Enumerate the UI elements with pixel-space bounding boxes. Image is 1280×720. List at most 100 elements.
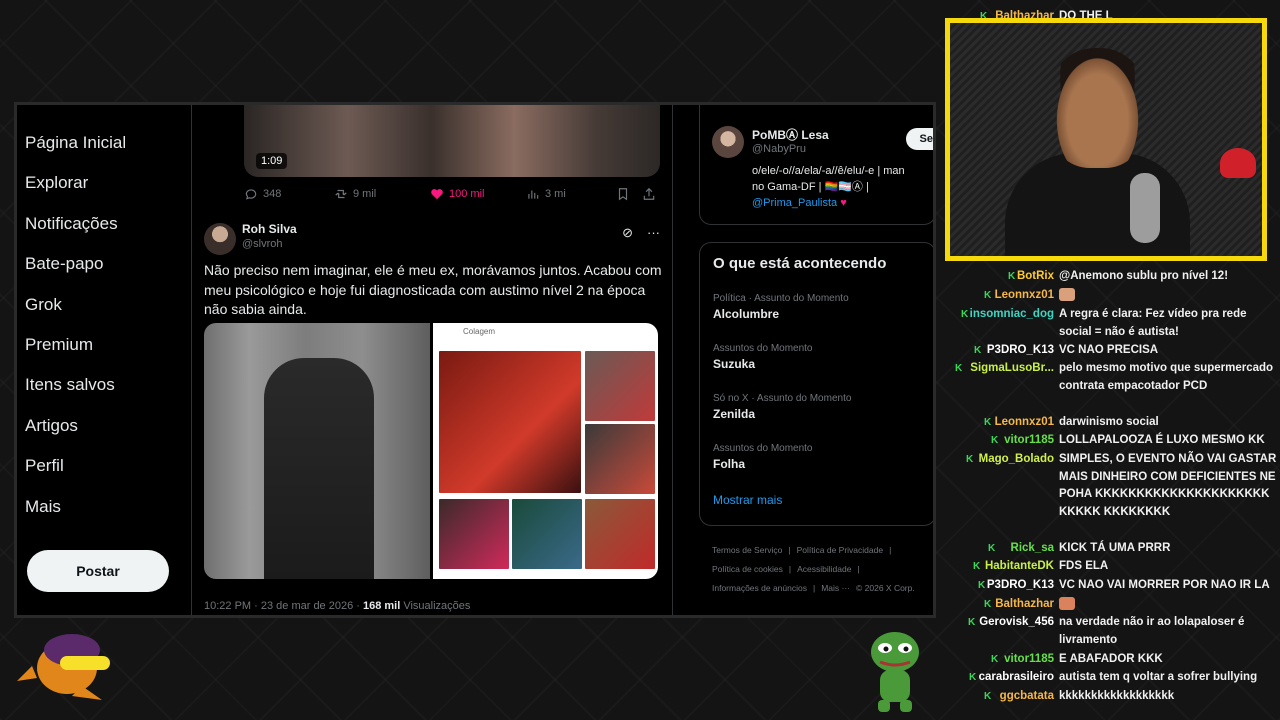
trends-card: O que está acontecendo Política · Assunt…: [699, 242, 933, 526]
footer-link[interactable]: Informações de anúncios: [712, 583, 807, 593]
chat-text: A regra é clara: Fez vídeo pra rede soci…: [1059, 308, 1247, 338]
nav-notifications[interactable]: Notificações: [23, 204, 193, 244]
more-options-icon[interactable]: ···: [647, 225, 660, 241]
who-to-follow-card: PoMBⒶ Lesa @NabyPru Se o/ele/-o//a/ela/-…: [699, 105, 933, 225]
chat-username[interactable]: ggcbatata: [1000, 688, 1054, 706]
trend-name: Folha: [713, 457, 745, 471]
like-button[interactable]: 100 mil: [430, 187, 526, 201]
tweet-media[interactable]: Colagem: [204, 323, 658, 579]
footer-link[interactable]: Termos de Serviço: [712, 545, 782, 555]
nav-profile[interactable]: Perfil: [23, 446, 193, 486]
nav-explore[interactable]: Explorar: [23, 163, 193, 203]
show-more-link[interactable]: Mostrar mais: [713, 493, 782, 507]
collage-image: [585, 351, 655, 421]
nav-more[interactable]: Mais: [23, 487, 193, 527]
views-count: 3 mi: [545, 188, 566, 200]
trend-item[interactable]: Assuntos do Momento Suzuka: [713, 343, 813, 371]
author-name[interactable]: Roh Silva: [242, 222, 297, 236]
chat-text: FDS ELA: [1059, 560, 1109, 572]
trend-item[interactable]: Só no X · Assunto do Momento Zenilda: [713, 393, 851, 421]
chat-username[interactable]: P3DRO_K13: [987, 577, 1054, 595]
tweet-timestamp[interactable]: 10:22 PM · 23 de mar de 2026 · 168 mil V…: [204, 600, 470, 612]
collage-label: Colagem: [463, 327, 496, 336]
chat-username[interactable]: Leonnxz01: [995, 414, 1054, 432]
streamer-head: [1050, 48, 1145, 168]
chat-username[interactable]: vitor1185: [1004, 651, 1054, 669]
video-player[interactable]: 1:09: [244, 105, 660, 177]
trends-title: O que está acontecendo: [713, 255, 887, 272]
suggested-user-bio: o/ele/-o//a/ela/-a//ê/elu/-e | man no Ga…: [752, 163, 933, 211]
chat-username[interactable]: SigmaLusoBr...: [970, 360, 1054, 378]
kick-badge-icon: K: [991, 435, 999, 446]
views-button[interactable]: 3 mi: [526, 187, 616, 201]
chat-text: KICK TÁ UMA PRRR: [1059, 542, 1171, 554]
kick-badge-icon: K: [966, 454, 974, 465]
bar-chart-icon: [528, 190, 539, 199]
chat-username[interactable]: Gerovisk_456: [979, 614, 1054, 632]
footer-link[interactable]: Acessibilidade: [797, 564, 851, 574]
elevator-photo[interactable]: [204, 323, 430, 579]
kick-badge-icon: K: [991, 654, 999, 665]
suggested-user-handle[interactable]: @NabyPru: [752, 143, 806, 155]
footer-separator: |: [857, 564, 860, 574]
share-icon: [643, 187, 655, 200]
trend-item[interactable]: Assuntos do Momento Folha: [713, 443, 813, 471]
chat-username[interactable]: Balthazhar: [995, 596, 1054, 614]
chat-username[interactable]: HabitanteDK: [985, 558, 1054, 576]
footer-separator: |: [788, 564, 792, 574]
tweet-header-icons: ⊘ ···: [622, 225, 660, 241]
like-count: 100 mil: [449, 188, 485, 200]
kick-badge-icon: K: [961, 309, 969, 320]
chat-username[interactable]: Mago_Bolado: [979, 451, 1054, 469]
trend-item[interactable]: Política · Assunto do Momento Alcolumbre: [713, 293, 849, 321]
emote-icon: [1059, 288, 1075, 302]
chat-text: na verdade não ir ao lolapaloser é livra…: [1059, 616, 1245, 646]
nav-bookmarks[interactable]: Itens salvos: [23, 365, 193, 405]
footer-link[interactable]: Mais ···: [821, 583, 850, 593]
collage-image: [512, 499, 582, 569]
heart-icon: [431, 189, 443, 200]
nav-articles[interactable]: Artigos: [23, 406, 193, 446]
divider: [672, 105, 673, 615]
grok-icon[interactable]: ⊘: [622, 225, 633, 241]
chat-username[interactable]: BotRix: [1017, 268, 1054, 286]
share-button[interactable]: [642, 187, 656, 201]
kick-badge-icon: K: [968, 617, 976, 628]
timeline: 1:09 348 9 mil 100 mil 3 mi Roh Silva @s…: [192, 105, 672, 615]
chat-text: kkkkkkkkkkkkkkkkkk: [1059, 690, 1175, 702]
chat-username[interactable]: vitor1185: [1004, 432, 1054, 450]
suggested-user-name[interactable]: PoMBⒶ Lesa: [752, 126, 829, 143]
author-handle[interactable]: @slvroh: [242, 238, 283, 250]
nav-grok[interactable]: Grok: [23, 285, 193, 325]
avatar[interactable]: [204, 223, 236, 255]
chat-username[interactable]: carabrasileiro: [979, 669, 1054, 687]
footer-link[interactable]: Política de Privacidade: [797, 545, 883, 555]
bookmark-button[interactable]: [616, 187, 642, 201]
timestamp-text: 10:22 PM · 23 de mar de 2026 ·: [204, 600, 363, 612]
nav-chat[interactable]: Bate-papo: [23, 244, 193, 284]
nav-home[interactable]: Página Inicial: [23, 123, 193, 163]
chat-username[interactable]: Rick_sa: [1011, 540, 1054, 558]
chat-username[interactable]: P3DRO_K13: [987, 342, 1054, 360]
post-button[interactable]: Postar: [27, 550, 169, 592]
collage-image: [439, 351, 581, 493]
nav-premium[interactable]: Premium: [23, 325, 193, 365]
follow-button[interactable]: Se: [905, 128, 933, 150]
views-label: Visualizações: [400, 600, 471, 612]
mascot-icon: [17, 634, 110, 700]
microphone: [1130, 173, 1160, 243]
reply-button[interactable]: 348: [244, 187, 334, 201]
bio-link[interactable]: @Prima_Paulista: [752, 197, 837, 209]
trend-meta: Só no X · Assunto do Momento: [713, 393, 852, 404]
reply-icon: [245, 189, 257, 200]
chat-text: VC NAO VAI MORRER POR NAO IR LA: [1059, 579, 1270, 591]
footer-copyright: © 2026 X Corp.: [856, 583, 915, 593]
chat-username[interactable]: Leonnxz01: [995, 287, 1054, 305]
chat-username[interactable]: insomniac_dog: [970, 306, 1054, 324]
footer-link[interactable]: Política de cookies: [712, 564, 783, 574]
avatar[interactable]: [712, 126, 744, 158]
collage-photo[interactable]: Colagem: [433, 323, 658, 579]
retweet-button[interactable]: 9 mil: [334, 187, 430, 201]
kick-badge-icon: K: [974, 345, 982, 356]
chat-text: @Anemono sublu pro nível 12!: [1059, 270, 1229, 282]
